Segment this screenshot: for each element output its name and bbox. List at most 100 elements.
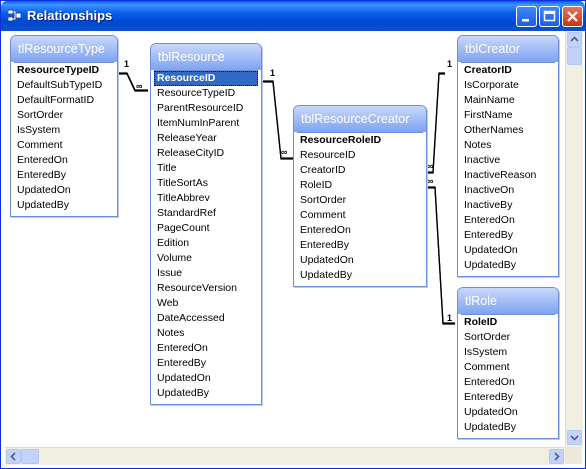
field-item[interactable]: UpdatedBy	[461, 258, 555, 273]
field-item[interactable]: Comment	[297, 208, 423, 223]
field-item[interactable]: Notes	[154, 326, 258, 341]
field-item[interactable]: UpdatedOn	[461, 243, 555, 258]
field-item[interactable]: FirstName	[461, 108, 555, 123]
arrow-down-icon	[570, 435, 579, 441]
vertical-scrollbar[interactable]	[565, 31, 583, 447]
scroll-left-button[interactable]	[6, 449, 21, 464]
field-list[interactable]: ResourceID ResourceTypeID ParentResource…	[154, 70, 258, 401]
field-item[interactable]: ResourceID	[154, 71, 258, 86]
field-item[interactable]: RoleID	[297, 178, 423, 193]
scroll-right-button[interactable]	[549, 449, 564, 464]
table-tblcreator[interactable]: tblCreator CreatorID IsCorporate MainNam…	[457, 35, 559, 277]
minimize-button[interactable]	[516, 6, 537, 27]
field-item[interactable]: ResourceID	[297, 148, 423, 163]
field-item[interactable]: Comment	[14, 138, 114, 153]
table-tblresourcecreator[interactable]: tblResourceCreator ResourceRoleID Resour…	[293, 105, 427, 287]
field-item[interactable]: UpdatedBy	[297, 268, 423, 283]
field-item[interactable]: RoleID	[461, 315, 555, 330]
field-item[interactable]: EnteredBy	[461, 228, 555, 243]
relationship-line-role[interactable]	[427, 186, 455, 325]
field-item[interactable]: SortOrder	[297, 193, 423, 208]
field-item[interactable]: EnteredBy	[297, 238, 423, 253]
field-item[interactable]: TitleAbbrev	[154, 191, 258, 206]
field-item[interactable]: EnteredOn	[14, 153, 114, 168]
table-tlrole[interactable]: tlRole RoleID SortOrder IsSystem Comment…	[457, 287, 559, 439]
table-title[interactable]: tlResourceType	[11, 36, 117, 62]
field-item[interactable]: PageCount	[154, 221, 258, 236]
field-item[interactable]: UpdatedOn	[461, 405, 555, 420]
field-item[interactable]: ParentResourceID	[154, 101, 258, 116]
field-item[interactable]: IsSystem	[461, 345, 555, 360]
field-item[interactable]: InactiveOn	[461, 183, 555, 198]
window-title: Relationships	[27, 8, 113, 23]
field-list[interactable]: ResourceRoleID ResourceID CreatorID Role…	[297, 132, 423, 283]
field-item[interactable]: Notes	[461, 138, 555, 153]
resize-grip[interactable]	[565, 447, 582, 464]
field-item[interactable]: ResourceTypeID	[14, 63, 114, 78]
field-item[interactable]: Inactive	[461, 153, 555, 168]
field-item[interactable]: ResourceRoleID	[297, 133, 423, 148]
field-item[interactable]: Edition	[154, 236, 258, 251]
field-list[interactable]: CreatorID IsCorporate MainName FirstName…	[461, 62, 555, 273]
maximize-button[interactable]	[539, 6, 560, 27]
scroll-down-button[interactable]	[567, 430, 582, 445]
field-item[interactable]: UpdatedOn	[297, 253, 423, 268]
field-item[interactable]: SortOrder	[14, 108, 114, 123]
field-list[interactable]: ResourceTypeID DefaultSubTypeID DefaultF…	[14, 62, 114, 213]
field-item[interactable]: IsCorporate	[461, 78, 555, 93]
field-item[interactable]: Issue	[154, 266, 258, 281]
field-item[interactable]: InactiveReason	[461, 168, 555, 183]
field-item[interactable]: MainName	[461, 93, 555, 108]
relationship-line-creator[interactable]	[427, 72, 445, 174]
table-title[interactable]: tblCreator	[458, 36, 558, 62]
field-item[interactable]: Volume	[154, 251, 258, 266]
field-item[interactable]: Comment	[461, 360, 555, 375]
field-item[interactable]: DefaultFormatID	[14, 93, 114, 108]
field-item[interactable]: UpdatedOn	[154, 371, 258, 386]
field-list[interactable]: RoleID SortOrder IsSystem Comment Entere…	[461, 314, 555, 435]
table-tlresourcetype[interactable]: tlResourceType ResourceTypeID DefaultSub…	[10, 35, 118, 217]
relationships-canvas[interactable]: 1 ∞ 1 ∞ 1 ∞ 1 ∞ tlResourceType ResourceT…	[5, 31, 581, 447]
relationship-line-resource[interactable]	[261, 80, 293, 160]
field-item[interactable]: OtherNames	[461, 123, 555, 138]
field-item[interactable]: CreatorID	[461, 63, 555, 78]
table-tblresource[interactable]: tblResource ResourceID ResourceTypeID Pa…	[150, 43, 262, 405]
relationship-line-resourcetype[interactable]	[115, 72, 148, 92]
field-item[interactable]: InactiveBy	[461, 198, 555, 213]
field-item[interactable]: DateAccessed	[154, 311, 258, 326]
horizontal-scroll-thumb[interactable]	[21, 449, 39, 464]
field-item[interactable]: UpdatedBy	[14, 198, 114, 213]
scroll-up-button[interactable]	[567, 32, 582, 47]
table-title[interactable]: tblResource	[151, 44, 261, 70]
field-item[interactable]: SortOrder	[461, 330, 555, 345]
field-item[interactable]: Title	[154, 161, 258, 176]
field-item[interactable]: EnteredOn	[154, 341, 258, 356]
field-item[interactable]: EnteredOn	[297, 223, 423, 238]
field-item[interactable]: ItemNumInParent	[154, 116, 258, 131]
field-item[interactable]: ResourceVersion	[154, 281, 258, 296]
cardinality-one-label: 1	[270, 68, 276, 78]
field-item[interactable]: UpdatedBy	[154, 386, 258, 401]
horizontal-scrollbar[interactable]	[5, 447, 565, 465]
table-title[interactable]: tblResourceCreator	[294, 106, 426, 132]
field-item[interactable]: DefaultSubTypeID	[14, 78, 114, 93]
field-item[interactable]: UpdatedBy	[461, 420, 555, 435]
field-item[interactable]: CreatorID	[297, 163, 423, 178]
field-item[interactable]: EnteredOn	[461, 375, 555, 390]
field-item[interactable]: EnteredBy	[461, 390, 555, 405]
field-item[interactable]: ResourceTypeID	[154, 86, 258, 101]
field-item[interactable]: ReleaseCityID	[154, 146, 258, 161]
field-item[interactable]: ReleaseYear	[154, 131, 258, 146]
vertical-scroll-thumb[interactable]	[567, 47, 582, 65]
field-item[interactable]: Web	[154, 296, 258, 311]
table-title[interactable]: tlRole	[458, 288, 558, 314]
field-item[interactable]: UpdatedOn	[14, 183, 114, 198]
field-item[interactable]: TitleSortAs	[154, 176, 258, 191]
field-item[interactable]: IsSystem	[14, 123, 114, 138]
field-item[interactable]: StandardRef	[154, 206, 258, 221]
field-item[interactable]: EnteredOn	[461, 213, 555, 228]
field-item[interactable]: EnteredBy	[14, 168, 114, 183]
close-button[interactable]	[562, 6, 583, 27]
field-item[interactable]: EnteredBy	[154, 356, 258, 371]
title-bar[interactable]: Relationships	[1, 1, 585, 31]
